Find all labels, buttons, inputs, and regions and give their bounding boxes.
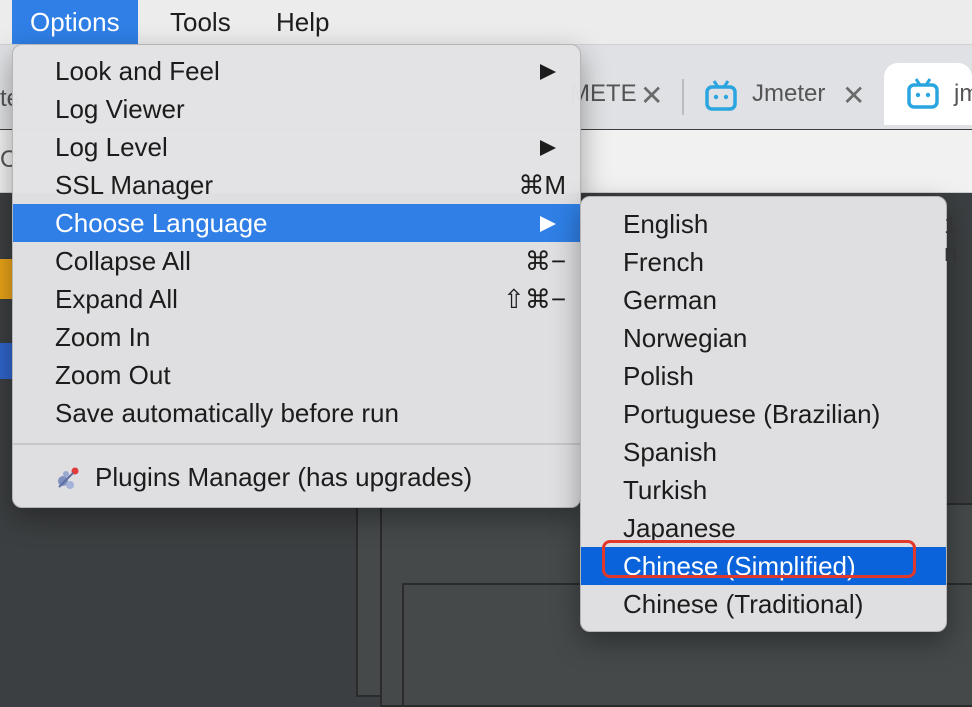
language-label: Polish: [623, 361, 694, 391]
menu-item-label: Plugins Manager (has upgrades): [95, 462, 473, 492]
menu-options[interactable]: Options: [12, 0, 138, 44]
menu-item-look-and-feel[interactable]: Look and Feel: [13, 52, 580, 90]
plugins-manager-icon: [58, 467, 79, 489]
language-item-english[interactable]: English: [581, 205, 946, 243]
menu-item-label: Save automatically before run: [55, 398, 399, 428]
menu-item-label: Expand All: [55, 284, 178, 314]
language-item-norwegian[interactable]: Norwegian: [581, 319, 946, 357]
language-item-chinese-traditional[interactable]: Chinese (Traditional): [581, 585, 946, 623]
tab-label: Jmeter: [752, 80, 826, 107]
close-tab-icon[interactable]: ✕: [842, 79, 865, 112]
menu-item-log-viewer[interactable]: Log Viewer: [13, 90, 580, 128]
shortcut-label: ⌘−: [524, 246, 566, 276]
menu-bar: Options Tools Help: [0, 0, 972, 45]
menu-item-label: Look and Feel: [55, 56, 220, 86]
annotation-highlight-box: [602, 540, 916, 578]
menu-item-plugins-manager[interactable]: Plugins Manager (has upgrades): [13, 458, 580, 496]
language-label: Chinese (Traditional): [623, 589, 864, 619]
tab-label: jm: [954, 80, 972, 107]
menu-item-save-before-run[interactable]: Save automatically before run: [13, 394, 580, 432]
menu-item-ssl-manager[interactable]: SSL Manager ⌘M: [13, 166, 580, 204]
menu-item-label: Zoom In: [55, 322, 151, 352]
language-label: Turkish: [623, 475, 708, 505]
menu-item-collapse-all[interactable]: Collapse All ⌘−: [13, 242, 580, 280]
language-item-turkish[interactable]: Turkish: [581, 471, 946, 509]
menu-item-expand-all[interactable]: Expand All ⇧⌘−: [13, 280, 580, 318]
language-label: English: [623, 209, 709, 239]
menu-item-label: Choose Language: [55, 208, 268, 238]
language-item-polish[interactable]: Polish: [581, 357, 946, 395]
language-item-german[interactable]: German: [581, 281, 946, 319]
language-item-spanish[interactable]: Spanish: [581, 433, 946, 471]
submenu-arrow-icon: [540, 64, 556, 80]
menu-item-label: Collapse All: [55, 246, 191, 276]
bilibili-tv-icon: [705, 80, 737, 111]
submenu-arrow-icon: [540, 216, 556, 232]
shortcut-label: ⇧⌘−: [503, 284, 566, 314]
menu-tools[interactable]: Tools: [152, 0, 249, 44]
language-label: French: [623, 247, 704, 277]
menu-item-label: Log Level: [55, 132, 168, 162]
language-item-portuguese-brazilian[interactable]: Portuguese (Brazilian): [581, 395, 946, 433]
menu-help[interactable]: Help: [258, 0, 347, 44]
menu-item-label: SSL Manager: [55, 170, 214, 200]
menu-item-choose-language[interactable]: Choose Language: [13, 204, 580, 242]
cut-off-text: 1 n: [944, 212, 958, 267]
menu-separator: [13, 443, 580, 445]
shortcut-label: ⌘M: [518, 170, 566, 200]
options-menu: Look and Feel Log Viewer Log Level SSL M…: [12, 44, 581, 508]
menu-item-zoom-out[interactable]: Zoom Out: [13, 356, 580, 394]
language-label: German: [623, 285, 717, 315]
language-label: Portuguese (Brazilian): [623, 399, 881, 429]
tab-divider: [682, 79, 684, 115]
submenu-arrow-icon: [540, 140, 556, 156]
language-label: Norwegian: [623, 323, 748, 353]
menu-item-label: Log Viewer: [55, 94, 185, 124]
menu-item-zoom-in[interactable]: Zoom In: [13, 318, 580, 356]
bilibili-tv-icon: [907, 78, 939, 109]
language-label: Spanish: [623, 437, 717, 467]
menu-item-label: Zoom Out: [55, 360, 171, 390]
menu-item-log-level[interactable]: Log Level: [13, 128, 580, 166]
browser-tab-jmeter[interactable]: Jmeter: [752, 63, 832, 125]
close-tab-icon[interactable]: ✕: [640, 79, 663, 112]
language-item-french[interactable]: French: [581, 243, 946, 281]
browser-tab-active[interactable]: jm: [884, 63, 972, 125]
